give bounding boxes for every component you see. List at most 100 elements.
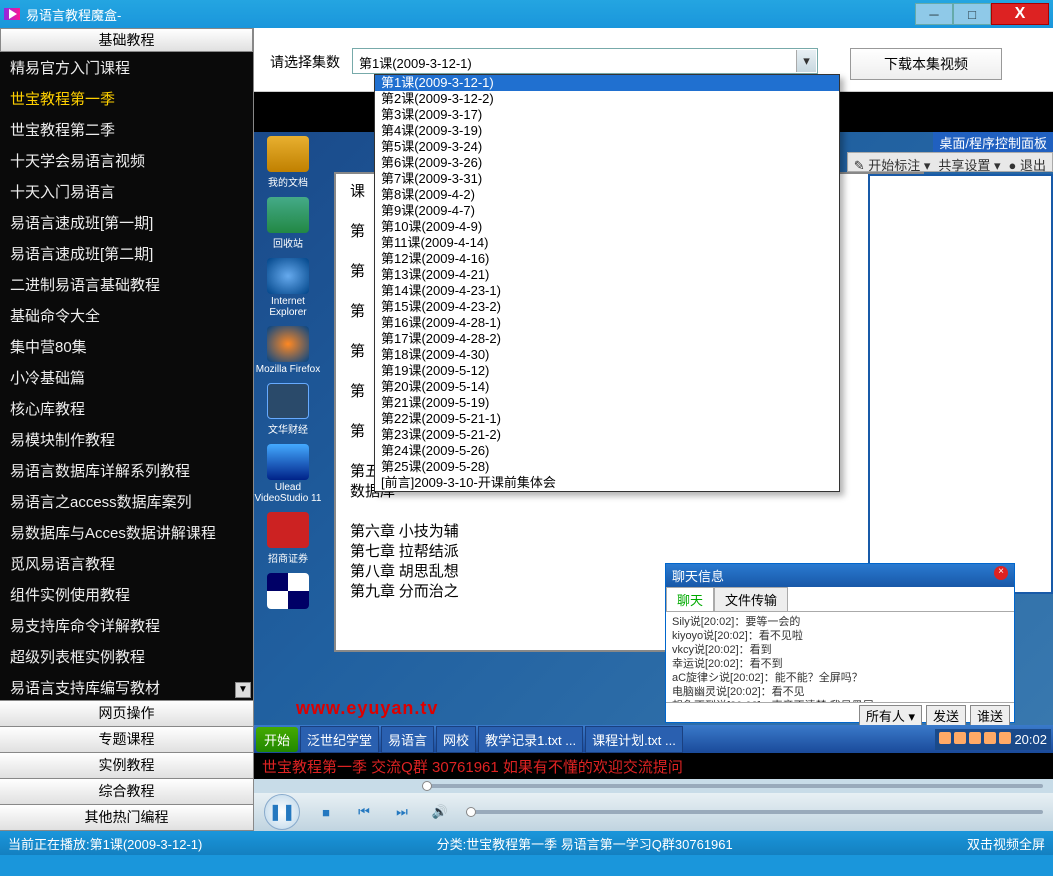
sidebar-category[interactable]: 专题课程 <box>0 727 253 753</box>
desktop-icon[interactable]: 回收站 <box>254 193 322 254</box>
dropdown-option[interactable]: 第20课(2009-5-14) <box>375 379 839 395</box>
app-icon <box>4 8 20 20</box>
sidebar-item[interactable]: 十天入门易语言 <box>0 176 253 207</box>
dropdown-option[interactable]: 第18课(2009-4-30) <box>375 347 839 363</box>
dropdown-option[interactable]: 第19课(2009-5-12) <box>375 363 839 379</box>
dropdown-option[interactable]: 第10课(2009-4-9) <box>375 219 839 235</box>
sidebar-item[interactable]: 组件实例使用教程 <box>0 579 253 610</box>
sidebar-item[interactable]: 精易官方入门课程 <box>0 52 253 83</box>
dropdown-option[interactable]: 第13课(2009-4-21) <box>375 267 839 283</box>
chat-close-icon[interactable]: × <box>994 566 1008 580</box>
desktop-icon[interactable]: 我的文档 <box>254 132 322 193</box>
sidebar-item[interactable]: 集中营80集 <box>0 331 253 362</box>
sidebar-item[interactable]: 易数据库与Acces数据讲解课程 <box>0 517 253 548</box>
seek-thumb[interactable] <box>422 781 432 791</box>
sidebar-item[interactable]: 基础命令大全 <box>0 300 253 331</box>
dropdown-option[interactable]: [前言]2009-3-10-开课前集体会 <box>375 475 839 491</box>
maximize-button[interactable]: □ <box>953 3 991 25</box>
dropdown-option[interactable]: 第15课(2009-4-23-2) <box>375 299 839 315</box>
sidebar-item[interactable]: 易支持库命令详解教程 <box>0 610 253 641</box>
dropdown-option[interactable]: 第1课(2009-3-12-1) <box>375 75 839 91</box>
chat-target[interactable]: 所有人 ▾ <box>859 705 922 726</box>
chat-follow-button[interactable]: 谁送 <box>970 705 1010 726</box>
dropdown-option[interactable]: 第23课(2009-5-21-2) <box>375 427 839 443</box>
dropdown-option[interactable]: 第25课(2009-5-28) <box>375 459 839 475</box>
taskbar-task[interactable]: 网校 <box>436 726 476 753</box>
desktop-icon[interactable]: Mozilla Firefox <box>254 322 322 379</box>
sidebar-item[interactable]: 世宝教程第二季 <box>0 114 253 145</box>
episode-select[interactable]: 第1课(2009-3-12-1) ▾ <box>352 48 818 74</box>
dropdown-option[interactable]: 第11课(2009-4-14) <box>375 235 839 251</box>
seek-bar[interactable] <box>254 779 1053 793</box>
stop-button[interactable]: ■ <box>314 800 338 824</box>
status-left: 当前正在播放:第1课(2009-3-12-1) <box>8 834 202 853</box>
minimize-button[interactable]: ─ <box>915 3 953 25</box>
sidebar-item[interactable]: 易语言速成班[第一期] <box>0 207 253 238</box>
sidebar-category[interactable]: 综合教程 <box>0 779 253 805</box>
sidebar-item[interactable]: 易语言之access数据库案列 <box>0 486 253 517</box>
sidebar-footer: 网页操作专题课程实例教程综合教程其他热门编程 <box>0 700 253 831</box>
taskbar-task[interactable]: 易语言 <box>381 726 434 753</box>
sidebar-item[interactable]: 超级列表框实例教程 <box>0 641 253 672</box>
dropdown-option[interactable]: 第5课(2009-3-24) <box>375 139 839 155</box>
sidebar-item[interactable]: 易语言速成班[第二期] <box>0 238 253 269</box>
sidebar-item[interactable]: 小冷基础篇 <box>0 362 253 393</box>
content-area: 请选择集数 第1课(2009-3-12-1) ▾ 下载本集视频 第1课(2009… <box>254 28 1053 831</box>
sidebar-item[interactable]: 易模块制作教程 <box>0 424 253 455</box>
sidebar-category[interactable]: 实例教程 <box>0 753 253 779</box>
dropdown-option[interactable]: 第3课(2009-3-17) <box>375 107 839 123</box>
dropdown-option[interactable]: 第12课(2009-4-16) <box>375 251 839 267</box>
volume-slider[interactable] <box>466 810 1043 814</box>
desktop-icon[interactable]: 文华财经 <box>254 379 322 440</box>
remote-tool-button[interactable]: ● 退出 <box>1009 155 1046 169</box>
dropdown-option[interactable]: 第21课(2009-5-19) <box>375 395 839 411</box>
taskbar-task[interactable]: 教学记录1.txt ... <box>478 726 583 753</box>
start-button[interactable]: 开始 <box>256 727 298 752</box>
taskbar-task[interactable]: 泛世纪学堂 <box>300 726 379 753</box>
desktop-icon[interactable]: Internet Explorer <box>254 254 322 322</box>
sidebar-category[interactable]: 其他热门编程 <box>0 805 253 831</box>
sidebar-item[interactable]: 二进制易语言基础教程 <box>0 269 253 300</box>
dropdown-option[interactable]: 第17课(2009-4-28-2) <box>375 331 839 347</box>
sidebar-item[interactable]: 易语言支持库编写教材 <box>0 672 253 700</box>
sidebar-item[interactable]: 觅风易语言教程 <box>0 548 253 579</box>
dropdown-option[interactable]: 第4课(2009-3-19) <box>375 123 839 139</box>
prev-button[interactable]: ⏮ <box>352 800 376 824</box>
download-button[interactable]: 下载本集视频 <box>850 48 1002 80</box>
dropdown-option[interactable]: 第9课(2009-4-7) <box>375 203 839 219</box>
dropdown-arrow-icon[interactable]: ▾ <box>796 50 816 72</box>
dropdown-option[interactable]: 第24课(2009-5-26) <box>375 443 839 459</box>
remote-tool-button[interactable]: ✎ 开始标注 ▾ <box>854 155 931 169</box>
dropdown-option[interactable]: 第16课(2009-4-28-1) <box>375 315 839 331</box>
dropdown-option[interactable]: 第7课(2009-3-31) <box>375 171 839 187</box>
pause-button[interactable]: ❚❚ <box>264 794 300 830</box>
dropdown-option[interactable]: 第6课(2009-3-26) <box>375 155 839 171</box>
dropdown-option[interactable]: 第14课(2009-4-23-1) <box>375 283 839 299</box>
taskbar-tasks: 泛世纪学堂易语言网校教学记录1.txt ...课程计划.txt ... <box>300 726 683 753</box>
scroll-banner: 世宝教程第一季 交流Q群 30761961 如果有不懂的欢迎交流提问 <box>254 753 1053 779</box>
sidebar-item[interactable]: 十天学会易语言视频 <box>0 145 253 176</box>
sidebar-category[interactable]: 网页操作 <box>0 701 253 727</box>
desktop-icon[interactable]: Ulead VideoStudio 11 <box>254 440 322 508</box>
scroll-down-icon[interactable]: ▼ <box>235 682 251 698</box>
volume-icon[interactable]: 🔊 <box>428 800 452 824</box>
sidebar-header: 基础教程 <box>0 28 253 52</box>
desktop-icon[interactable]: 招商证券 <box>254 508 322 569</box>
episode-dropdown[interactable]: 第1课(2009-3-12-1)第2课(2009-3-12-2)第3课(2009… <box>374 74 840 492</box>
sidebar-item[interactable]: 世宝教程第一季 <box>0 83 253 114</box>
sidebar-list[interactable]: 精易官方入门课程世宝教程第一季世宝教程第二季十天学会易语言视频十天入门易语言易语… <box>0 52 253 700</box>
chat-tab-file[interactable]: 文件传输 <box>714 587 788 611</box>
dropdown-option[interactable]: 第8课(2009-4-2) <box>375 187 839 203</box>
close-button[interactable]: X <box>991 3 1049 25</box>
chat-send-button[interactable]: 发送 <box>926 705 966 726</box>
desktop-icon[interactable] <box>254 569 322 615</box>
volume-thumb[interactable] <box>466 807 476 817</box>
sidebar-item[interactable]: 易语言数据库详解系列教程 <box>0 455 253 486</box>
next-button[interactable]: ⏭ <box>390 800 414 824</box>
dropdown-option[interactable]: 第2课(2009-3-12-2) <box>375 91 839 107</box>
remote-tool-button[interactable]: 共享设置 ▾ <box>938 155 1000 169</box>
dropdown-option[interactable]: 第22课(2009-5-21-1) <box>375 411 839 427</box>
taskbar-task[interactable]: 课程计划.txt ... <box>585 726 683 753</box>
chat-tab-chat[interactable]: 聊天 <box>666 587 714 611</box>
sidebar-item[interactable]: 核心库教程 <box>0 393 253 424</box>
